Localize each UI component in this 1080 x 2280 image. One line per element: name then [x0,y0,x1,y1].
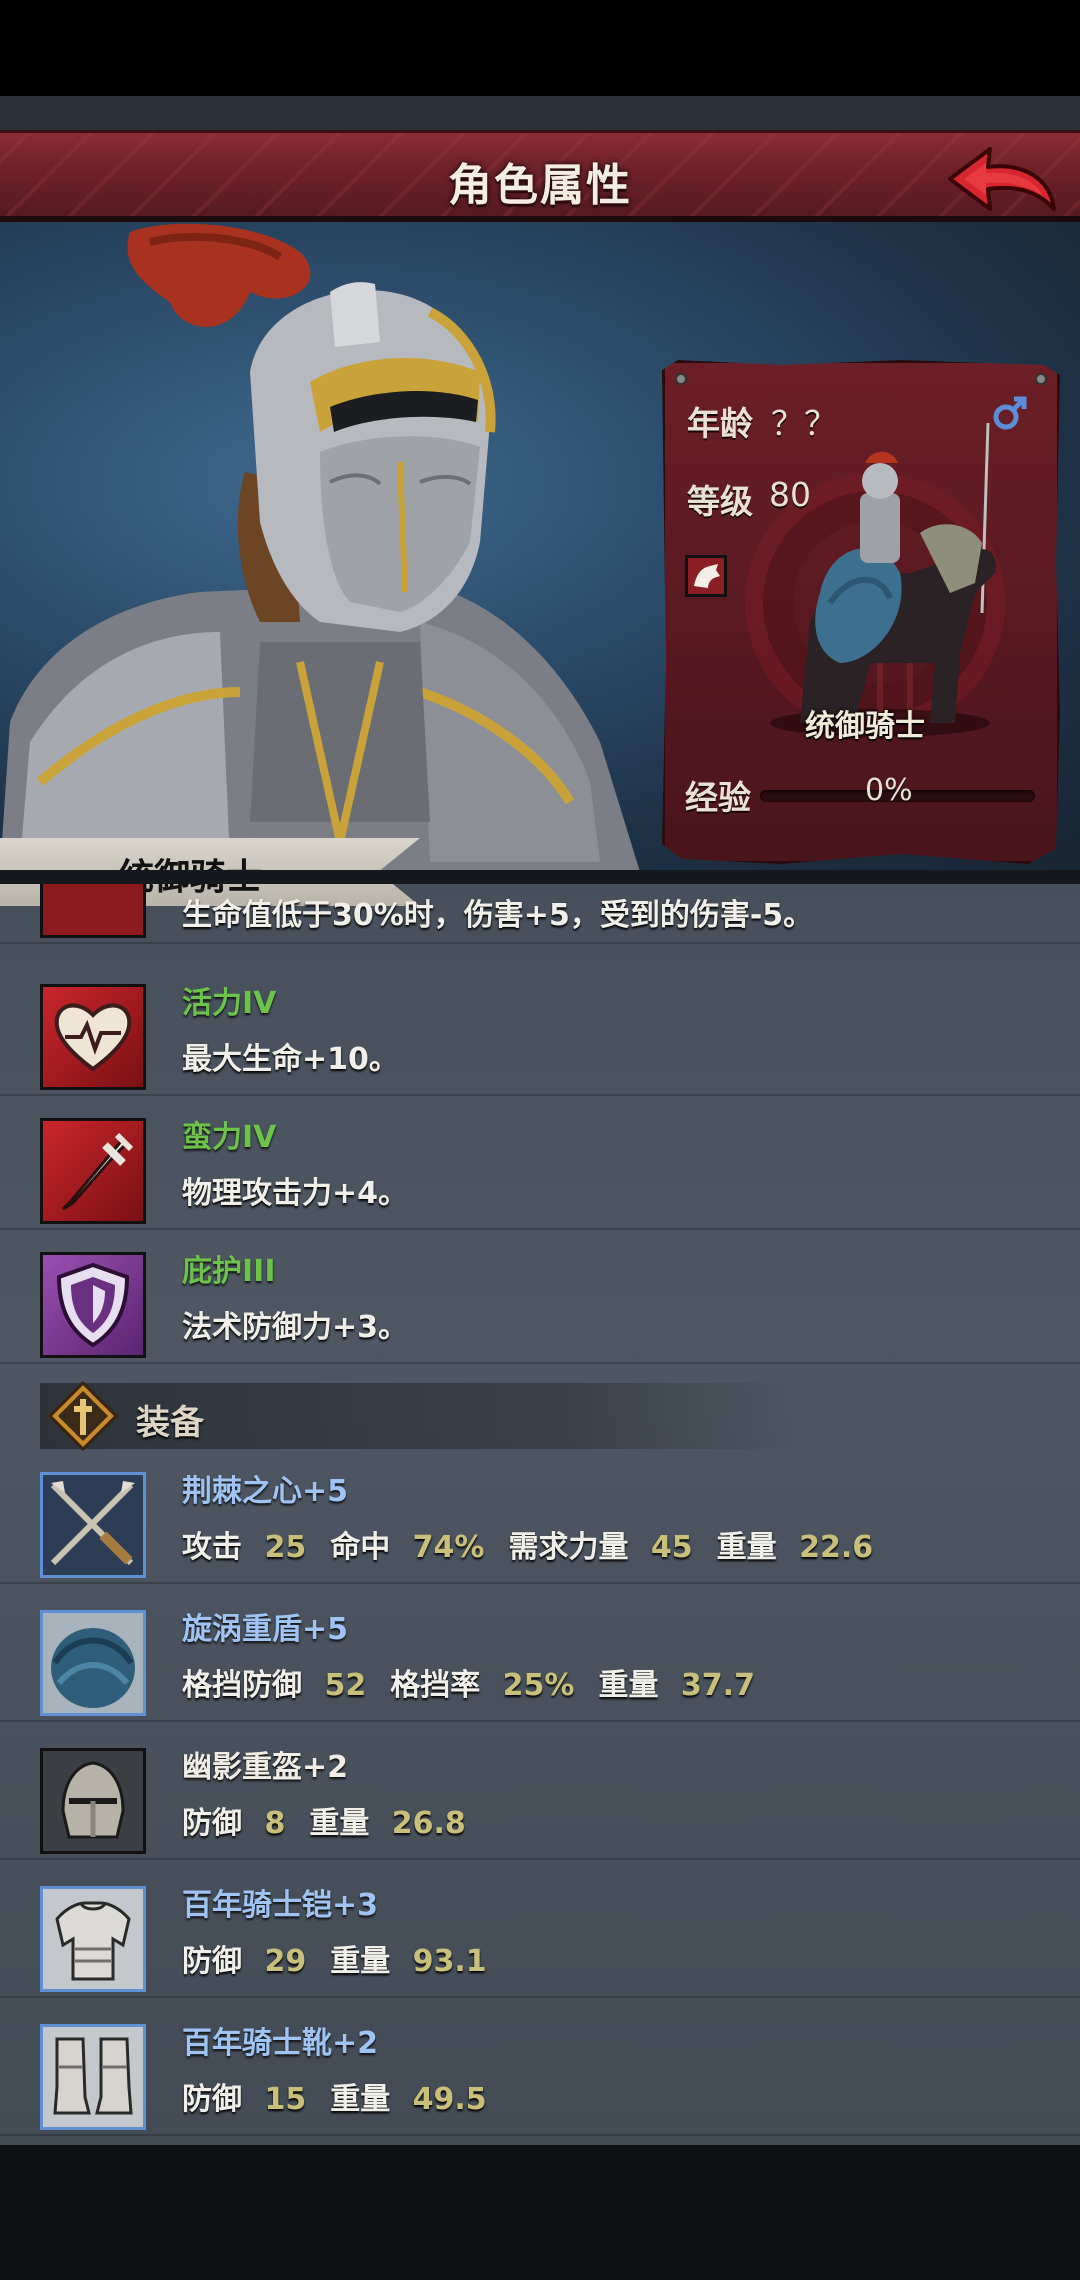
stat-value: 15 [264,2082,307,2117]
knight-portrait [0,223,640,872]
stat-value: 22.6 [799,1530,874,1565]
stat-label: 命中 [330,1530,391,1565]
boots-icon [40,2024,146,2130]
trait-row[interactable]: 庇护III 法术防御力+3。 [0,1232,1080,1364]
sword-icon [40,1118,146,1224]
stat-label: 防御 [182,2082,242,2117]
stat-value: 45 [650,1530,693,1565]
stat-label: 重量 [716,1530,777,1565]
trait-row[interactable]: 活力IV 最大生命+10。 [0,964,1080,1096]
trait-desc: 物理攻击力+4。 [182,1176,409,1211]
equipment-row[interactable]: 百年骑士铠+3 防御 29 重量 93.1 [0,1866,1080,1998]
shield-icon [40,1252,146,1358]
equipment-name: 旋涡重盾+5 [182,1612,349,1647]
equipment-row[interactable]: 旋涡重盾+5 格挡防御 52 格挡率 25% 重量 37.7 [0,1590,1080,1722]
exp-label: 经验 [685,778,751,817]
equipment-stats: 防御 8 重量 26.8 [182,1798,490,1842]
trait-name: 庇护III [182,1254,276,1289]
trait-desc: 生命值低于30%时，伤害+5，受到的伤害-5。 [182,898,814,933]
stat-label: 防御 [182,1944,242,1979]
armor-icon [40,1886,146,1992]
equipment-name: 百年骑士铠+3 [182,1888,379,1923]
panel-divider [0,870,1080,884]
page-title: 角色属性 [448,160,632,211]
equipment-stats: 防御 15 重量 49.5 [182,2074,511,2118]
equipment-stats: 格挡防御 52 格挡率 25% 重量 37.7 [182,1660,779,1704]
class-icon[interactable] [685,555,727,597]
skull-icon [40,884,146,938]
stat-label: 重量 [598,1668,659,1703]
stat-value: 52 [324,1668,367,1703]
stat-label: 格挡防御 [182,1668,302,1703]
unit-name: 统御骑士 [805,709,925,744]
info-panel: 年龄 ？？ 等级 80 统御骑士 经验 0% [662,360,1060,864]
helmet-icon [40,1748,146,1854]
equipment-name: 百年骑士靴+2 [182,2026,379,2061]
stat-value: 37.7 [680,1668,755,1703]
stat-value: 25 [264,1530,307,1565]
stat-value: 93.1 [412,1944,487,1979]
level-label: 等级 [687,482,753,521]
back-arrow-icon [948,147,1056,211]
equipment-name: 幽影重盔+2 [182,1750,349,1785]
stat-value: 8 [264,1806,286,1841]
equipment-section-header: 装备 [40,1381,800,1451]
navigation-bar [0,2145,1080,2280]
stat-label: 重量 [309,1806,370,1841]
stat-label: 防御 [182,1806,242,1841]
equipment-stats: 攻击 25 命中 74% 需求力量 45 重量 22.6 [182,1522,897,1566]
stat-label: 需求力量 [508,1530,629,1565]
stat-value: 49.5 [412,2082,487,2117]
heart-icon [40,984,146,1090]
stat-label: 重量 [330,2082,391,2117]
trait-row[interactable]: 蛮力IV 物理攻击力+4。 [0,1098,1080,1230]
crossed-lances-icon [40,1472,146,1578]
stat-value: 29 [264,1944,307,1979]
trait-name: 蛮力IV [182,1120,277,1155]
stat-label: 攻击 [182,1530,242,1565]
feather-shield-icon [40,1610,146,1716]
trait-desc: 最大生命+10。 [182,1042,399,1077]
equipment-name: 荆棘之心+5 [182,1474,349,1509]
stat-label: 重量 [330,1944,391,1979]
stat-value: 74% [412,1530,485,1565]
stat-value: 26.8 [391,1806,466,1841]
back-button[interactable] [942,139,1062,223]
equipment-row[interactable]: 荆棘之心+5 攻击 25 命中 74% 需求力量 45 重量 22.6 [0,1452,1080,1584]
section-title: 装备 [136,1403,204,1443]
trait-name: 活力IV [182,986,277,1021]
title-banner: 角色属性 [0,130,1080,222]
equipment-stats: 防御 29 重量 93.1 [182,1936,511,1980]
exp-value: 0% [865,773,913,808]
equipment-row[interactable]: 百年骑士靴+2 防御 15 重量 49.5 [0,2004,1080,2136]
trait-row-partial[interactable]: 生命值低于30%时，伤害+5，受到的伤害-5。 [0,884,1080,944]
status-bar [0,0,1080,96]
equipment-row[interactable]: 幽影重盔+2 防御 8 重量 26.8 [0,1728,1080,1860]
equipment-icon [48,1381,118,1451]
stat-value: 25% [502,1668,575,1703]
trait-desc: 法术防御力+3。 [182,1310,409,1345]
age-label: 年龄 [687,404,753,443]
horse-head-icon [694,564,720,588]
equipment-list[interactable]: 荆棘之心+5 攻击 25 命中 74% 需求力量 45 重量 22.6 旋涡重盾+5 … [0,1452,1080,2142]
stat-label: 格挡率 [390,1668,481,1703]
